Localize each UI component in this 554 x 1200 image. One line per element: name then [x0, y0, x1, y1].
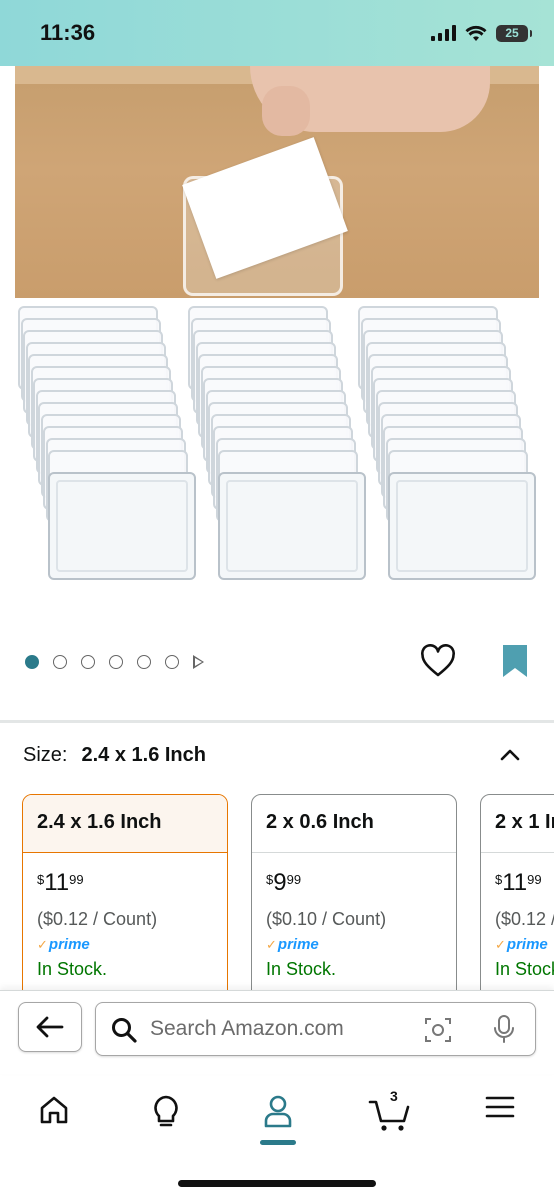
status-icons: 25 — [431, 24, 532, 42]
carousel-dot[interactable] — [53, 655, 67, 669]
sleeve-front — [218, 472, 366, 580]
nav-cart[interactable]: 3 — [360, 1088, 420, 1144]
sleeve-stack-2 — [188, 306, 370, 586]
sleeve-stack-1 — [18, 306, 200, 586]
prime-label: prime — [277, 936, 319, 953]
heart-icon[interactable] — [420, 644, 456, 678]
back-button[interactable] — [18, 1002, 82, 1052]
profile-icon — [264, 1095, 292, 1128]
search-bar-area — [0, 990, 554, 1074]
status-bar: 11:36 25 — [0, 0, 554, 66]
search-box[interactable] — [95, 1002, 536, 1056]
price: $ 9 99 — [266, 871, 442, 895]
home-indicator[interactable] — [178, 1180, 376, 1187]
prime-badge: ✓ prime — [495, 936, 548, 953]
size-option-card[interactable]: 2.4 x 1.6 Inch $ 11 99 ($0.12 / Count) ✓… — [22, 794, 228, 990]
size-option-name: 2 x 1 Inch — [481, 795, 554, 853]
nav-home[interactable] — [24, 1094, 84, 1144]
battery-level: 25 — [505, 26, 519, 40]
price-whole: 11 — [502, 869, 528, 896]
section-divider — [0, 720, 554, 723]
lightbulb-icon — [154, 1095, 178, 1127]
size-option-card[interactable]: 2 x 0.6 Inch $ 9 99 ($0.10 / Count) ✓ pri… — [251, 794, 457, 990]
carousel-dots[interactable] — [25, 655, 204, 669]
size-option-card[interactable]: 2 x 1 Inch $ 11 99 ($0.12 / Count) ✓prim… — [480, 794, 554, 990]
carousel-dot[interactable] — [165, 655, 179, 669]
cellular-signal-icon — [431, 25, 456, 41]
carousel-dot[interactable] — [25, 655, 39, 669]
bottom-nav: 3 — [0, 1078, 554, 1168]
battery-icon: 25 — [496, 24, 532, 42]
chevron-up-icon[interactable] — [499, 744, 521, 766]
prime-label: prime — [506, 936, 548, 953]
carousel-dot[interactable] — [81, 655, 95, 669]
price-fraction: 99 — [527, 872, 542, 887]
menu-icon — [485, 1096, 515, 1118]
stock-status: In Stock. — [37, 959, 108, 979]
sleeve-front — [388, 472, 536, 580]
status-time: 11:36 — [40, 20, 96, 45]
nav-profile[interactable] — [248, 1094, 308, 1144]
sleeve-stack-3 — [358, 306, 540, 586]
nav-inspire[interactable] — [136, 1094, 196, 1144]
unit-price: ($0.12 / Count) — [495, 909, 554, 929]
size-selector-header[interactable]: Size: 2.4 x 1.6 Inch — [23, 744, 533, 767]
camera-icon[interactable] — [424, 1016, 452, 1044]
bookmark-icon[interactable] — [500, 643, 530, 679]
size-label: Size: — [23, 744, 68, 766]
carousel-dot[interactable] — [137, 655, 151, 669]
unit-price: ($0.12 / Count) — [37, 909, 158, 929]
price-symbol: $ — [37, 872, 45, 887]
wifi-icon — [465, 25, 487, 41]
price-whole: 11 — [44, 869, 70, 896]
prime-badge: ✓ prime — [266, 936, 319, 953]
stock-status: In Stock. — [266, 959, 337, 979]
nav-menu[interactable] — [470, 1094, 530, 1144]
price-symbol: $ — [495, 872, 503, 887]
price: $ 11 99 — [37, 871, 213, 895]
carousel-next-icon[interactable] — [193, 655, 204, 669]
size-option-name: 2.4 x 1.6 Inch — [23, 795, 227, 853]
microphone-icon[interactable] — [492, 1014, 516, 1044]
search-input[interactable] — [150, 1013, 410, 1045]
sleeve-front — [48, 472, 196, 580]
prime-badge: ✓ prime — [37, 936, 90, 953]
stock-status: In Stock. — [495, 959, 554, 979]
size-option-name: 2 x 0.6 Inch — [252, 795, 456, 853]
price-whole: 9 — [273, 869, 287, 896]
price: $ 11 99 — [495, 871, 554, 895]
search-icon — [112, 1018, 137, 1043]
carousel-dot[interactable] — [109, 655, 123, 669]
price-symbol: $ — [266, 872, 274, 887]
thumb — [262, 86, 310, 136]
size-options: 2.4 x 1.6 Inch $ 11 99 ($0.12 / Count) ✓… — [22, 794, 554, 990]
back-arrow-icon — [36, 1016, 64, 1038]
active-tab-indicator — [260, 1140, 296, 1145]
unit-price: ($0.10 / Count) — [266, 909, 387, 929]
cart-count: 3 — [390, 1088, 398, 1104]
price-fraction: 99 — [69, 872, 84, 887]
home-icon — [40, 1096, 68, 1124]
product-image[interactable] — [0, 66, 554, 626]
price-fraction: 99 — [286, 872, 302, 887]
prime-label: prime — [48, 936, 90, 953]
selected-size: 2.4 x 1.6 Inch — [81, 744, 206, 766]
